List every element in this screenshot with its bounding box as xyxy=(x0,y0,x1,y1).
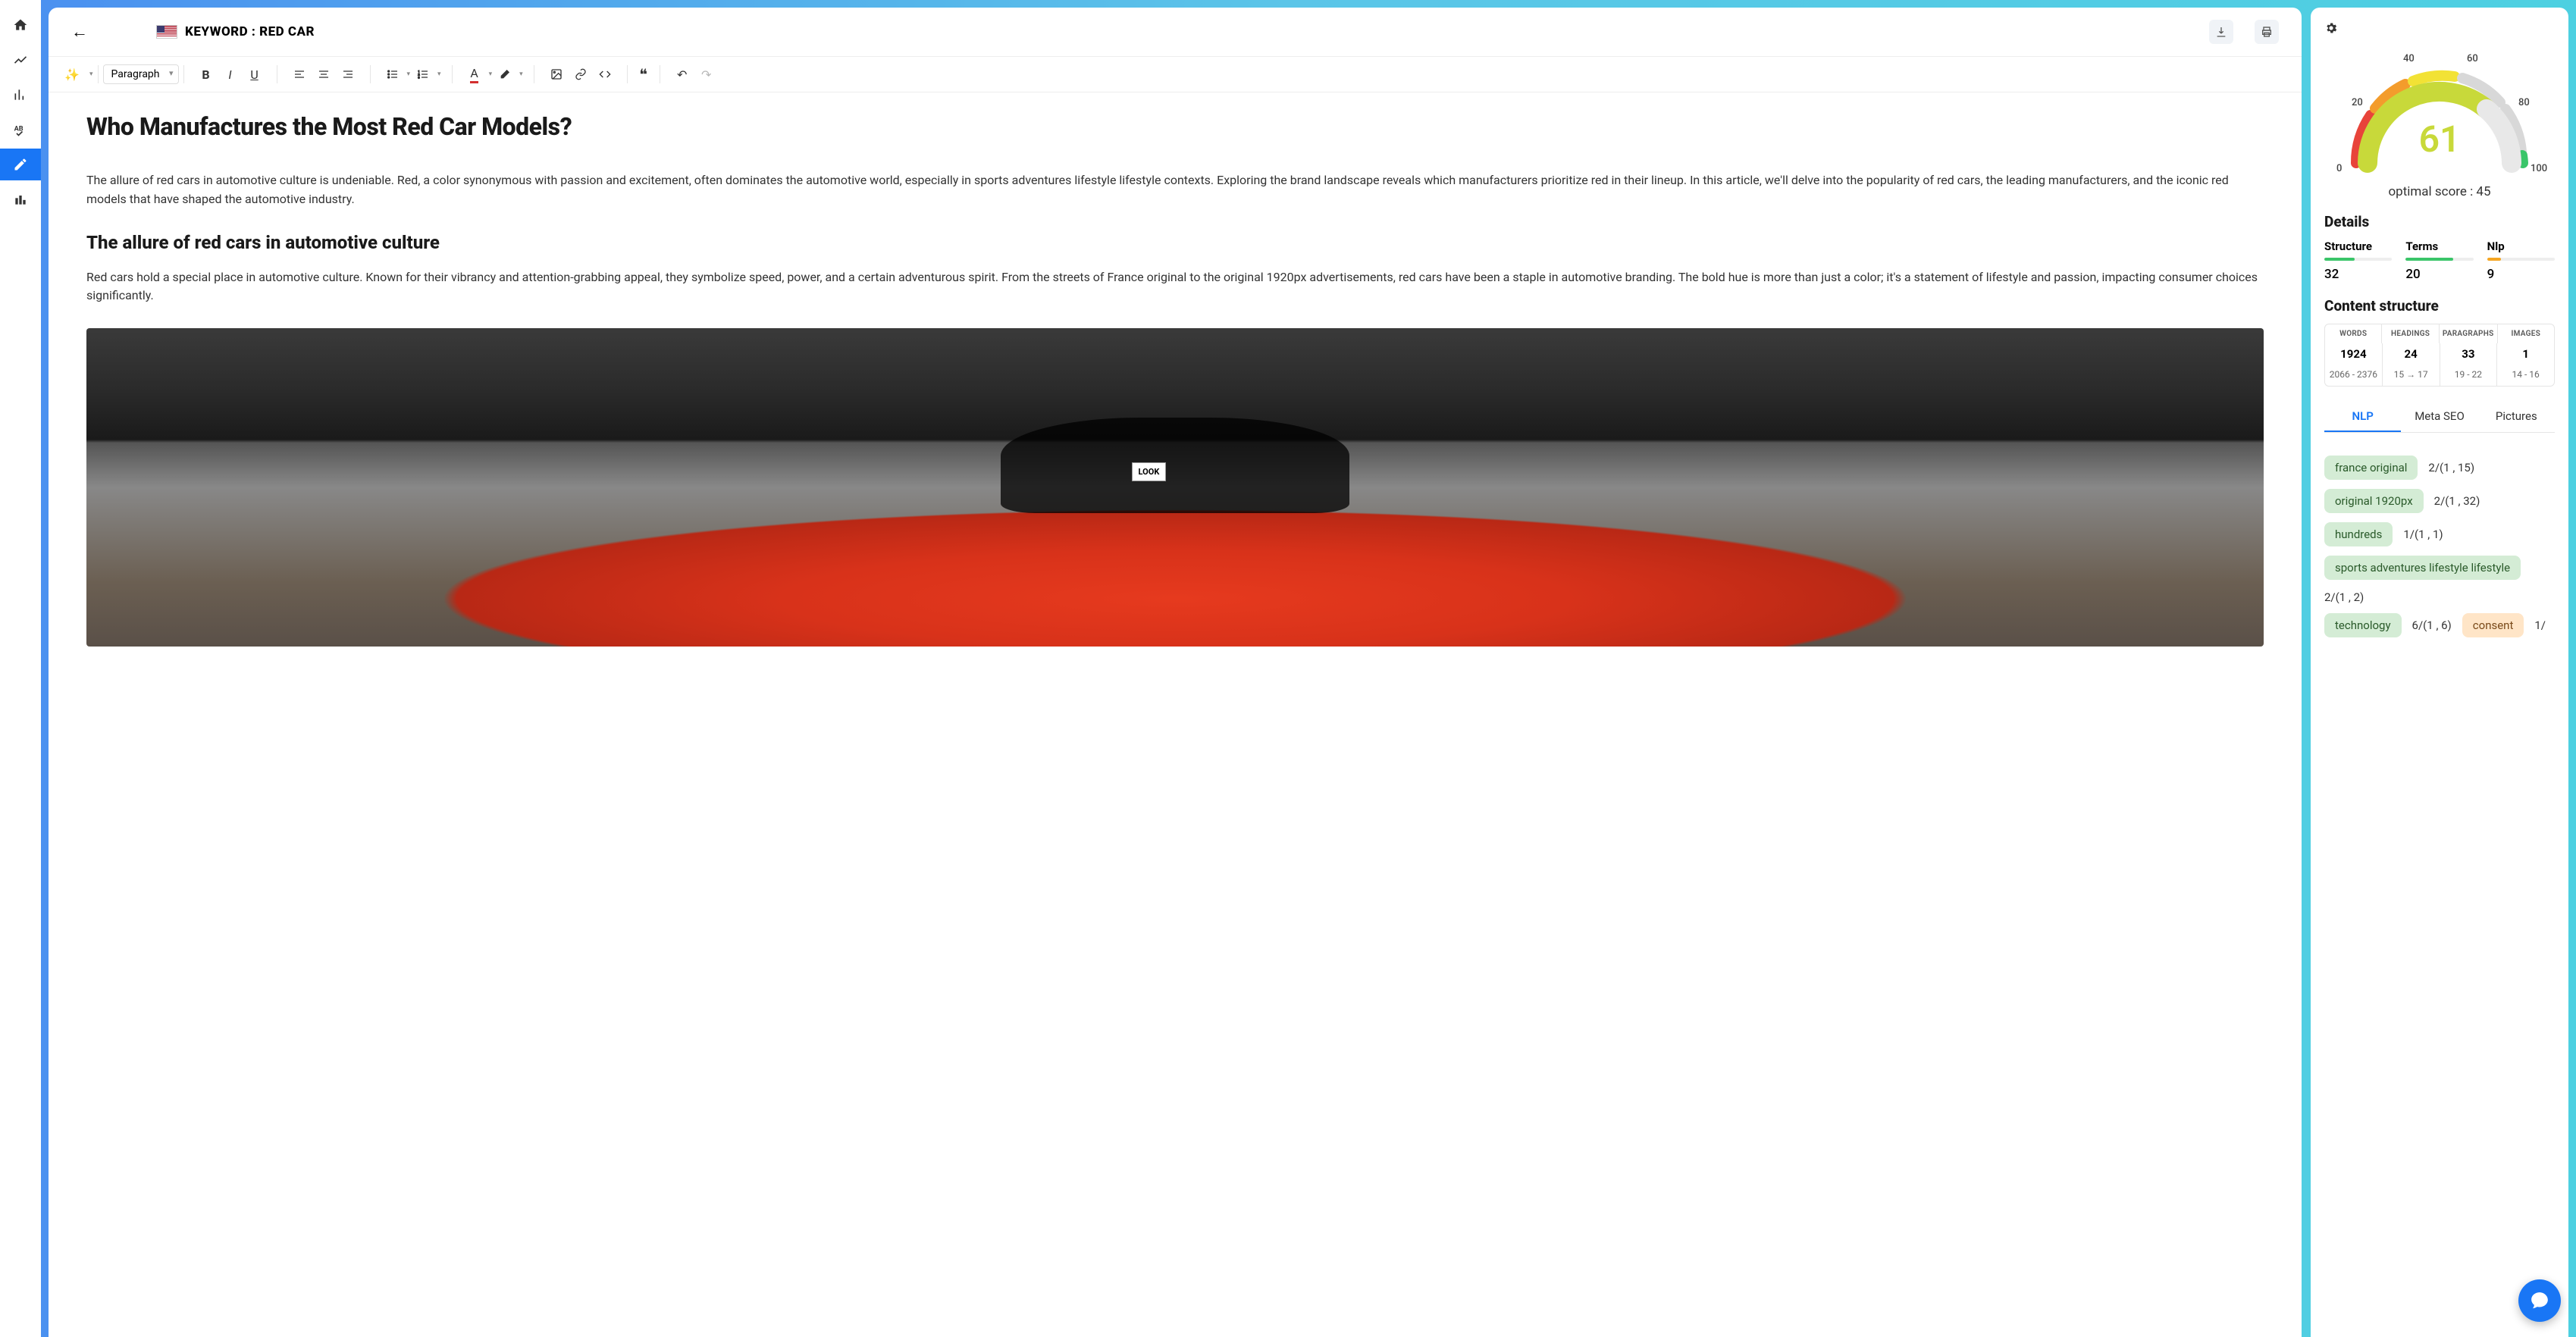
nlp-count: 2/(1 , 2) xyxy=(2324,590,2364,604)
cs-range-paragraphs: 19 - 22 xyxy=(2440,365,2498,386)
back-button[interactable]: ← xyxy=(71,22,88,42)
align-right-button[interactable] xyxy=(337,63,359,86)
gauge-tick-80: 80 xyxy=(2518,97,2530,108)
bold-button[interactable]: B xyxy=(195,63,218,86)
flag-icon xyxy=(156,25,177,39)
detail-terms: Terms 20 xyxy=(2405,240,2473,282)
format-select[interactable]: Paragraph xyxy=(103,64,179,84)
tab-meta-seo[interactable]: Meta SEO xyxy=(2401,402,2477,432)
settings-button[interactable] xyxy=(2324,21,2555,38)
nlp-row: sports adventures lifestyle lifestyle 2/(… xyxy=(2324,556,2555,604)
sidebar-bars[interactable] xyxy=(0,79,41,111)
bullet-list-button[interactable] xyxy=(381,63,404,86)
detail-structure: Structure 32 xyxy=(2324,240,2392,282)
nlp-row: technology 6/(1 , 6) consent 1/ xyxy=(2324,613,2555,637)
nlp-chip[interactable]: technology xyxy=(2324,613,2402,637)
nlp-count: 2/(1 , 32) xyxy=(2434,494,2480,508)
nlp-count: 6/(1 , 6) xyxy=(2412,618,2452,632)
chat-button[interactable] xyxy=(2518,1279,2561,1322)
link-button[interactable] xyxy=(569,63,592,86)
tab-pictures[interactable]: Pictures xyxy=(2478,402,2555,432)
score-gauge: 61 0 20 40 60 80 100 xyxy=(2326,45,2553,178)
underline-button[interactable]: U xyxy=(243,63,266,86)
nlp-chip[interactable]: hundreds xyxy=(2324,522,2393,546)
nlp-list: france original 2/(1 , 15) original 1920px… xyxy=(2324,456,2555,637)
cs-head-paragraphs: PARAGRAPHS xyxy=(2440,324,2498,343)
optimal-score: optimal score : 45 xyxy=(2324,184,2555,199)
undo-button[interactable]: ↶ xyxy=(671,63,694,86)
image-button[interactable] xyxy=(545,63,568,86)
nlp-chip[interactable]: consent xyxy=(2462,613,2524,637)
right-panel: 61 0 20 40 60 80 100 optimal score : 45 … xyxy=(2311,8,2568,1337)
detail-nlp: Nlp 9 xyxy=(2487,240,2555,282)
cs-head-images: IMAGES xyxy=(2498,324,2554,343)
nlp-row: hundreds 1/(1 , 1) xyxy=(2324,522,2555,546)
nlp-chip[interactable]: original 1920px xyxy=(2324,489,2424,513)
nlp-count: 2/(1 , 15) xyxy=(2428,461,2474,474)
sidebar-home[interactable] xyxy=(0,9,41,41)
magic-button[interactable]: ✨ xyxy=(61,63,83,86)
gauge-tick-20: 20 xyxy=(2352,97,2363,108)
article-intro[interactable]: The allure of red cars in automotive cul… xyxy=(86,171,2264,209)
editor-header: ← KEYWORD : RED CAR xyxy=(49,8,2302,56)
gauge-tick-100: 100 xyxy=(2531,163,2547,174)
cs-head-headings: HEADINGS xyxy=(2382,324,2439,343)
cs-range-headings: 15 → 17 xyxy=(2383,365,2440,386)
cs-range-words: 2066 - 2376 xyxy=(2325,365,2383,386)
sidebar-edit[interactable] xyxy=(0,149,41,180)
align-center-button[interactable] xyxy=(312,63,335,86)
sidebar-columns[interactable] xyxy=(0,183,41,215)
quote-button[interactable]: ❝ xyxy=(632,63,655,86)
editor-content[interactable]: Who Manufactures the Most Red Car Models… xyxy=(49,92,2302,1337)
details-row: Structure 32 Terms 20 Nlp 9 xyxy=(2324,240,2555,282)
gauge-tick-0: 0 xyxy=(2336,163,2342,174)
nlp-row: france original 2/(1 , 15) xyxy=(2324,456,2555,480)
left-sidebar: AB xyxy=(0,0,41,1337)
number-list-button[interactable]: 123 xyxy=(412,63,434,86)
nlp-chip[interactable]: france original xyxy=(2324,456,2418,480)
download-button[interactable] xyxy=(2209,20,2233,44)
article-p2[interactable]: Red cars hold a special place in automot… xyxy=(86,268,2264,306)
code-button[interactable] xyxy=(594,63,616,86)
details-title: Details xyxy=(2324,213,2555,230)
cs-val-images: 1 xyxy=(2497,343,2554,365)
text-color-button[interactable]: A xyxy=(463,63,486,86)
cs-head-words: WORDS xyxy=(2325,324,2382,343)
cs-val-paragraphs: 33 xyxy=(2440,343,2498,365)
highlight-button[interactable] xyxy=(494,63,516,86)
right-tabs: NLP Meta SEO Pictures xyxy=(2324,402,2555,433)
sidebar-analytics[interactable] xyxy=(0,44,41,76)
nlp-count: 1/ xyxy=(2534,618,2546,632)
align-left-button[interactable] xyxy=(288,63,311,86)
article-title[interactable]: Who Manufactures the Most Red Car Models… xyxy=(86,112,2264,141)
cs-val-words: 1924 xyxy=(2325,343,2383,365)
gauge-score: 61 xyxy=(2326,117,2553,161)
nlp-chip[interactable]: sports adventures lifestyle lifestyle xyxy=(2324,556,2521,580)
keyword-label: KEYWORD : RED CAR xyxy=(185,24,315,39)
sidebar-spellcheck[interactable]: AB xyxy=(0,114,41,146)
cs-range-images: 14 - 16 xyxy=(2497,365,2554,386)
print-button[interactable] xyxy=(2255,20,2279,44)
tab-nlp[interactable]: NLP xyxy=(2324,402,2401,432)
content-structure-table: WORDS HEADINGS PARAGRAPHS IMAGES 1924 24… xyxy=(2324,324,2555,387)
redo-button[interactable]: ↷ xyxy=(695,63,718,86)
nlp-count: 1/(1 , 1) xyxy=(2403,528,2443,541)
cs-val-headings: 24 xyxy=(2383,343,2440,365)
gauge-tick-40: 40 xyxy=(2403,53,2415,64)
svg-text:3: 3 xyxy=(418,75,419,79)
nlp-row: original 1920px 2/(1 , 32) xyxy=(2324,489,2555,513)
editor-panel: ← KEYWORD : RED CAR ✨▾ Paragraph B I U xyxy=(49,8,2302,1337)
editor-toolbar: ✨▾ Paragraph B I U ▾ 123▾ xyxy=(49,56,2302,92)
article-image[interactable] xyxy=(86,328,2264,647)
article-h2[interactable]: The allure of red cars in automotive cul… xyxy=(86,232,2264,253)
italic-button[interactable]: I xyxy=(219,63,242,86)
gauge-tick-60: 60 xyxy=(2467,53,2478,64)
content-structure-title: Content structure xyxy=(2324,297,2555,315)
